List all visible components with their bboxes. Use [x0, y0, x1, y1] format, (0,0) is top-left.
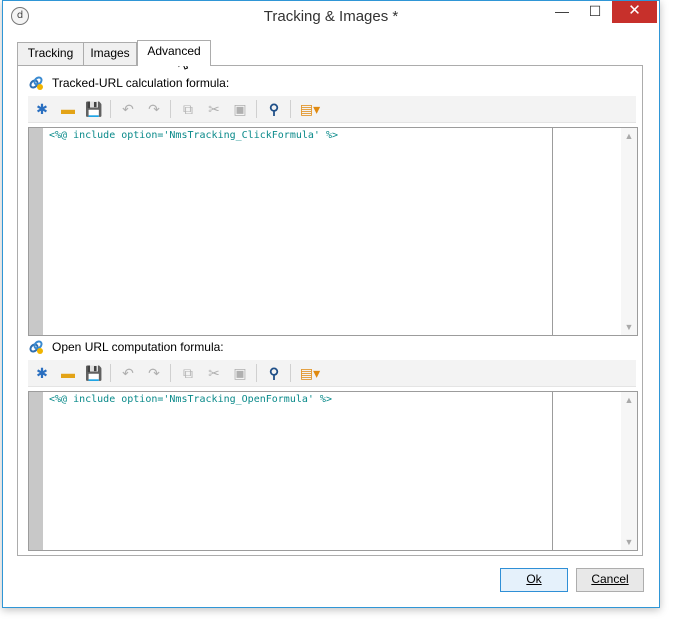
minimize-button[interactable]: — [548, 1, 576, 23]
open-folder-icon[interactable]: ▬ [58, 363, 78, 383]
redo-icon[interactable]: ↷ [144, 363, 164, 383]
editor-gutter [29, 128, 43, 335]
scroll-down-icon[interactable]: ▼ [621, 321, 637, 333]
scroll-up-icon[interactable]: ▲ [621, 130, 637, 142]
tab-images[interactable]: Images [83, 42, 137, 65]
new-icon[interactable]: ✱ [32, 363, 52, 383]
tracked-url-label: Tracked-URL calculation formula: [52, 76, 230, 90]
toolbar-separator [256, 364, 257, 382]
tab-tracking[interactable]: Tracking [17, 42, 84, 65]
editor-scrollbar[interactable]: ▲ ▼ [621, 128, 637, 335]
editor-gutter [29, 392, 43, 550]
cancel-button-label: Cancel [591, 572, 629, 586]
toolbar-separator [290, 100, 291, 118]
tracked-url-code[interactable]: <%@ include option='NmsTracking_ClickFor… [49, 130, 338, 141]
open-url-label: Open URL computation formula: [52, 340, 224, 354]
editor-side-divider [552, 392, 553, 550]
new-icon[interactable]: ✱ [32, 99, 52, 119]
editor-scrollbar[interactable]: ▲ ▼ [621, 392, 637, 550]
undo-icon[interactable]: ↶ [118, 363, 138, 383]
scroll-up-icon[interactable]: ▲ [621, 394, 637, 406]
cut-icon[interactable]: ✂ [204, 363, 224, 383]
find-icon[interactable]: ⚲ [264, 99, 284, 119]
open-url-code[interactable]: <%@ include option='NmsTracking_OpenForm… [49, 394, 332, 405]
undo-icon[interactable]: ↶ [118, 99, 138, 119]
close-button[interactable]: ✕ [612, 1, 657, 23]
title-bar[interactable]: d Tracking & Images * — ☐ ✕ [3, 1, 659, 32]
link-icon [29, 76, 43, 90]
maximize-button[interactable]: ☐ [581, 1, 609, 23]
scroll-down-icon[interactable]: ▼ [621, 536, 637, 548]
advanced-panel: Tracked-URL calculation formula: ✱ ▬ 💾 ↶… [17, 65, 643, 556]
toolbar-separator [290, 364, 291, 382]
toolbar-separator [256, 100, 257, 118]
ok-button[interactable]: Ok [500, 568, 568, 592]
tab-advanced[interactable]: Advanced [137, 40, 211, 66]
tracked-url-editor[interactable]: <%@ include option='NmsTracking_ClickFor… [28, 127, 638, 336]
save-icon[interactable]: 💾 [84, 363, 104, 383]
save-icon[interactable]: 💾 [84, 99, 104, 119]
copy-icon[interactable]: ⧉ [178, 99, 198, 119]
cancel-button[interactable]: Cancel [576, 568, 644, 592]
toolbar-separator [110, 100, 111, 118]
toolbar-separator [170, 364, 171, 382]
insert-menu-icon[interactable]: ▤▾ [296, 363, 324, 383]
editor-side-divider [552, 128, 553, 335]
open-url-toolbar: ✱ ▬ 💾 ↶ ↷ ⧉ ✂ ▣ ⚲ ▤▾ [28, 360, 636, 387]
tracked-url-toolbar: ✱ ▬ 💾 ↶ ↷ ⧉ ✂ ▣ ⚲ ▤▾ [28, 96, 636, 123]
ok-button-label: Ok [526, 572, 542, 586]
tracking-images-dialog: d Tracking & Images * — ☐ ✕ Tracking Ima… [2, 0, 660, 608]
link-icon [29, 340, 43, 354]
redo-icon[interactable]: ↷ [144, 99, 164, 119]
toolbar-separator [110, 364, 111, 382]
toolbar-separator [170, 100, 171, 118]
open-folder-icon[interactable]: ▬ [58, 99, 78, 119]
find-icon[interactable]: ⚲ [264, 363, 284, 383]
paste-icon[interactable]: ▣ [230, 363, 250, 383]
copy-icon[interactable]: ⧉ [178, 363, 198, 383]
open-url-editor[interactable]: <%@ include option='NmsTracking_OpenForm… [28, 391, 638, 551]
cut-icon[interactable]: ✂ [204, 99, 224, 119]
paste-icon[interactable]: ▣ [230, 99, 250, 119]
insert-menu-icon[interactable]: ▤▾ [296, 99, 324, 119]
